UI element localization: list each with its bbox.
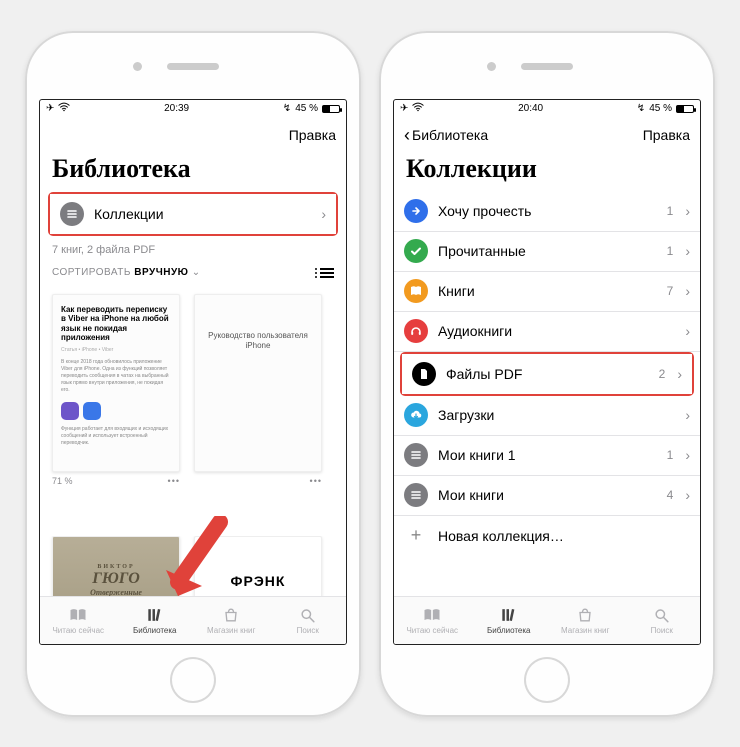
collection-label: Хочу прочесть (438, 203, 657, 219)
tab-bar: Читаю сейчас Библиотека Магазин книг Пои… (40, 596, 346, 644)
book-icon (404, 279, 428, 303)
new-collection-label: Новая коллекция… (438, 528, 690, 544)
chevron-right-icon: › (685, 447, 690, 463)
screen-library: ✈︎ 20:39 ↯ 45 % Правка Библиотека К (39, 99, 347, 645)
status-time: 20:39 (164, 103, 189, 114)
collection-row[interactable]: Мои книги 1 1 › (394, 436, 700, 476)
collection-count: 1 (667, 244, 674, 258)
check-icon (404, 239, 428, 263)
home-button[interactable] (524, 657, 570, 703)
view-list-icon[interactable] (320, 266, 334, 280)
sort-control[interactable]: СОРТИРОВАТЬ ВРУЧНУЮ ⌄ (52, 267, 201, 278)
tab-store[interactable]: Магазин книг (193, 597, 270, 644)
collections-label: Коллекции (94, 206, 311, 222)
book-item[interactable]: Руководство пользователя iPhone ••• (194, 294, 322, 536)
tab-search[interactable]: Поиск (624, 597, 701, 644)
tab-reading-now[interactable]: Читаю сейчас (40, 597, 117, 644)
collection-label: Прочитанные (438, 243, 657, 259)
screen-collections: ✈︎ 20:40 ↯ 45 % ‹ Библиотека Правка Колл… (393, 99, 701, 645)
doc-icon (412, 362, 436, 386)
plus-icon: + (404, 525, 428, 546)
collection-label: Файлы PDF (446, 366, 649, 382)
book-item[interactable]: ВИКТОР ГЮГО Отверженные (52, 536, 180, 596)
collection-row[interactable]: Мои книги 4 › (394, 476, 700, 516)
arrow-icon (404, 199, 428, 223)
library-summary: 7 книг, 2 файла PDF (40, 236, 346, 260)
more-icon[interactable]: ••• (310, 476, 322, 486)
collection-label: Мои книги (438, 487, 657, 503)
chevron-right-icon: › (677, 366, 682, 382)
wifi-icon (58, 102, 70, 115)
collection-row[interactable]: Хочу прочесть 1 › (394, 192, 700, 232)
battery-pct: 45 % (649, 103, 672, 114)
battery-pct: 45 % (295, 103, 318, 114)
more-icon[interactable]: ••• (168, 476, 180, 486)
nav-bar: ‹ Библиотека Правка (394, 118, 700, 152)
phone-right: ✈︎ 20:40 ↯ 45 % ‹ Библиотека Правка Колл… (379, 31, 715, 717)
chevron-left-icon: ‹ (404, 126, 410, 144)
sort-bar: СОРТИРОВАТЬ ВРУЧНУЮ ⌄ (40, 260, 346, 286)
back-button[interactable]: ‹ Библиотека (404, 126, 488, 144)
nav-bar: Правка (40, 118, 346, 152)
chevron-right-icon: › (321, 206, 326, 222)
collections-highlight: Коллекции › (48, 192, 338, 236)
collection-row[interactable]: Прочитанные 1 › (394, 232, 700, 272)
collections-row[interactable]: Коллекции › (50, 194, 336, 234)
chevron-right-icon: › (685, 323, 690, 339)
home-button[interactable] (170, 657, 216, 703)
progress-label: 71 % (52, 476, 73, 486)
book-grid-row2: ВИКТОР ГЮГО Отверженные ФРЭНК (40, 536, 346, 596)
tab-library[interactable]: Библиотека (117, 597, 194, 644)
wifi-icon (412, 102, 424, 115)
page-title: Коллекции (394, 152, 700, 192)
airplane-icon: ✈︎ (46, 103, 54, 114)
tab-library[interactable]: Библиотека (471, 597, 548, 644)
edit-button[interactable]: Правка (289, 127, 336, 143)
chevron-right-icon: › (685, 203, 690, 219)
status-bar: ✈︎ 20:40 ↯ 45 % (394, 100, 700, 118)
collection-row[interactable]: Файлы PDF 2 › (402, 354, 692, 394)
collection-count: 4 (667, 488, 674, 502)
edit-button[interactable]: Правка (643, 127, 690, 143)
collection-row[interactable]: Книги 7 › (394, 272, 700, 312)
phone-left: ✈︎ 20:39 ↯ 45 % Правка Библиотека К (25, 31, 361, 717)
battery-icon (676, 105, 694, 113)
page-title: Библиотека (40, 152, 346, 192)
chevron-right-icon: › (685, 407, 690, 423)
chevron-down-icon: ⌄ (192, 267, 201, 278)
chevron-right-icon: › (685, 487, 690, 503)
collection-label: Мои книги 1 (438, 447, 657, 463)
head-icon (404, 319, 428, 343)
book-grid: Как переводить переписку в Viber на iPho… (40, 286, 346, 536)
collection-label: Загрузки (438, 407, 663, 423)
collection-label: Книги (438, 283, 657, 299)
collection-row[interactable]: Загрузки › (394, 396, 700, 436)
status-time: 20:40 (518, 103, 543, 114)
collection-count: 1 (667, 204, 674, 218)
book-item[interactable]: ФРЭНК (194, 536, 322, 596)
collections-list: Хочу прочесть1›Прочитанные1›Книги7›Аудио… (394, 192, 700, 596)
tab-store[interactable]: Магазин книг (547, 597, 624, 644)
stack-icon (60, 202, 84, 226)
collection-count: 7 (667, 284, 674, 298)
collection-count: 2 (659, 367, 666, 381)
chevron-right-icon: › (685, 283, 690, 299)
airplane-icon: ✈︎ (400, 103, 408, 114)
tab-reading-now[interactable]: Читаю сейчас (394, 597, 471, 644)
collection-row[interactable]: Аудиокниги › (394, 312, 700, 352)
book-item[interactable]: Как переводить переписку в Viber на iPho… (52, 294, 180, 536)
collection-label: Аудиокниги (438, 323, 663, 339)
battery-icon (322, 105, 340, 113)
tab-bar: Читаю сейчас Библиотека Магазин книг Пои… (394, 596, 700, 644)
tab-search[interactable]: Поиск (270, 597, 347, 644)
lines-icon (404, 443, 428, 467)
cloud-icon (404, 403, 428, 427)
lines-icon (404, 483, 428, 507)
chevron-right-icon: › (685, 243, 690, 259)
new-collection-row[interactable]: + Новая коллекция… (394, 516, 700, 556)
collection-count: 1 (667, 448, 674, 462)
status-bar: ✈︎ 20:39 ↯ 45 % (40, 100, 346, 118)
